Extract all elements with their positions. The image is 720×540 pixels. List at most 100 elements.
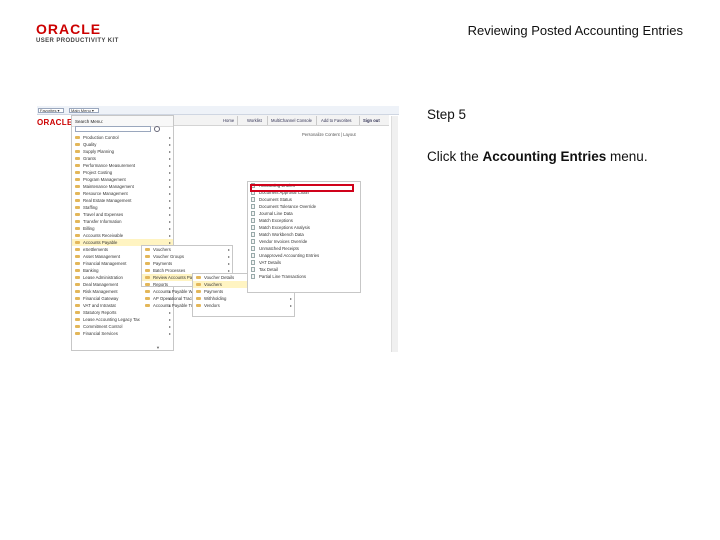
- menu-item[interactable]: Partial Line Transactions: [248, 273, 360, 280]
- menu-item[interactable]: Grants ▸: [72, 155, 173, 162]
- folder-icon: [75, 325, 80, 328]
- menu-item-label: Vendor Invoices Override: [259, 239, 308, 244]
- menu-item-label: Commitment Control: [83, 324, 123, 329]
- menu-item[interactable]: Statutory Reports ▸: [72, 309, 173, 316]
- menu-item[interactable]: Program Management ▸: [72, 176, 173, 183]
- menu-item[interactable]: Travel and Expenses ▸: [72, 211, 173, 218]
- menu-item[interactable]: Withholding ▸: [193, 295, 294, 302]
- menu-item[interactable]: Vendor Invoices Override: [248, 238, 360, 245]
- page-icon: [251, 246, 255, 251]
- personalize-link[interactable]: Personalize Content | Layout: [302, 132, 356, 137]
- menu-item[interactable]: Tax Detail: [248, 266, 360, 273]
- menu-item-label: Staffing: [83, 205, 98, 210]
- menu-item[interactable]: Billing ▸: [72, 225, 173, 232]
- menu-item-label: Vendors: [204, 303, 220, 308]
- folder-icon: [196, 283, 201, 286]
- menu-item[interactable]: Transfer Information ▸: [72, 218, 173, 225]
- app-top-bar: Favorites ▾ Main Menu ▾: [37, 106, 399, 115]
- folder-icon: [75, 318, 80, 321]
- scroll-down-icon[interactable]: ▼: [156, 345, 160, 350]
- folder-icon: [75, 185, 80, 188]
- menu-item-label: Vouchers: [204, 282, 222, 287]
- folder-icon: [145, 255, 150, 258]
- menu-item[interactable]: Project Costing ▸: [72, 169, 173, 176]
- folder-icon: [75, 262, 80, 265]
- menu-item-label: Payments: [204, 289, 224, 294]
- instruction-target: Accounting Entries: [482, 149, 607, 164]
- nav-multichannel[interactable]: MultiChannel Console: [271, 118, 312, 123]
- menu-item[interactable]: Vendors ▸: [193, 302, 294, 309]
- menu-item[interactable]: Maintenance Management ▸: [72, 183, 173, 190]
- main-menu[interactable]: Main Menu ▾: [69, 108, 99, 113]
- menu-item[interactable]: Vouchers ▸: [142, 246, 232, 253]
- menu-item[interactable]: Quality ▸: [72, 141, 173, 148]
- search-input[interactable]: [75, 126, 151, 132]
- folder-icon: [75, 150, 80, 153]
- folder-icon: [145, 283, 150, 286]
- menu-item[interactable]: Match Exceptions Analysis: [248, 224, 360, 231]
- nav-home[interactable]: Home: [223, 118, 234, 123]
- chevron-right-icon: ▸: [227, 247, 230, 252]
- nav-separator: [267, 116, 268, 125]
- menu-item[interactable]: Staffing ▸: [72, 204, 173, 211]
- nav-add-favorites[interactable]: Add to Favorites: [321, 118, 352, 123]
- menu-item[interactable]: VAT Details: [248, 259, 360, 266]
- chevron-right-icon: ▸: [168, 212, 171, 217]
- menu-item-label: Partial Line Transactions: [259, 274, 307, 279]
- menu-item[interactable]: Production Control ▸: [72, 134, 173, 141]
- application-screenshot: Favorites ▾ Main Menu ▾ ORACLE Home Work…: [37, 106, 399, 354]
- folder-icon: [75, 220, 80, 223]
- menu-item[interactable]: Commitment Control ▸: [72, 323, 173, 330]
- menu-item[interactable]: Unmatched Receipts: [248, 245, 360, 252]
- chevron-right-icon: ▸: [168, 331, 171, 336]
- app-nav-bar: Home Worklist MultiChannel Console Add t…: [171, 115, 389, 126]
- menu-item-label: Real Estate Management: [83, 198, 132, 203]
- page-icon: [251, 260, 255, 265]
- chevron-right-icon: ▸: [168, 149, 171, 154]
- menu-item[interactable]: Unapproved Accounting Entries: [248, 252, 360, 259]
- menu-item-label: eSettlements: [83, 247, 109, 252]
- menu-item[interactable]: Accounts Receivable ▸: [72, 232, 173, 239]
- menu-item[interactable]: Document Tolerance Override: [248, 203, 360, 210]
- chevron-right-icon: ▸: [168, 170, 171, 175]
- folder-icon: [75, 332, 80, 335]
- menu-item[interactable]: Performance Measurement ▸: [72, 162, 173, 169]
- chevron-right-icon: ▸: [227, 254, 230, 259]
- nav-sign-out[interactable]: Sign out: [363, 118, 380, 123]
- folder-icon: [75, 143, 80, 146]
- menu-item[interactable]: Match Workbench Data: [248, 231, 360, 238]
- menu-item[interactable]: Lease Accounting Legacy Tax ▸: [72, 316, 173, 323]
- favorites-menu[interactable]: Favorites ▾: [38, 108, 64, 113]
- folder-icon: [75, 227, 80, 230]
- menu-item[interactable]: Resource Management ▸: [72, 190, 173, 197]
- folder-icon: [75, 234, 80, 237]
- menu-item-label: Supply Planning: [83, 149, 115, 154]
- menu-item[interactable]: Supply Planning ▸: [72, 148, 173, 155]
- menu-item-label: Reports: [153, 282, 169, 287]
- folder-icon: [75, 213, 80, 216]
- page-scrollbar[interactable]: [391, 116, 398, 352]
- folder-icon: [75, 171, 80, 174]
- menu-item[interactable]: Real Estate Management ▸: [72, 197, 173, 204]
- folder-icon: [196, 290, 201, 293]
- menu-item-label: Accounts Receivable: [83, 233, 124, 238]
- search-go-icon[interactable]: [154, 126, 160, 132]
- chevron-right-icon: ▸: [168, 317, 171, 322]
- menu-item[interactable]: Document Status: [248, 196, 360, 203]
- menu-item[interactable]: Match Exceptions: [248, 217, 360, 224]
- menu-item-label: Match Exceptions Analysis: [259, 225, 310, 230]
- menu-item[interactable]: Voucher Groups ▸: [142, 253, 232, 260]
- folder-icon: [145, 297, 150, 300]
- logo-subtitle: USER PRODUCTIVITY KIT: [36, 38, 119, 44]
- menu-item-label: Withholding: [204, 296, 227, 301]
- nav-worklist[interactable]: Worklist: [247, 118, 262, 123]
- folder-icon: [75, 283, 80, 286]
- main-menu-panel: Search Menu: Production Control ▸ Quality ▸…: [71, 115, 174, 351]
- menu-item[interactable]: Financial Services ▸: [72, 330, 173, 337]
- menu-item-label: Voucher Groups: [153, 254, 185, 259]
- menu-item[interactable]: Journal Line Data: [248, 210, 360, 217]
- menu-item-label: Statutory Reports: [83, 310, 117, 315]
- menu-item[interactable]: Payments ▸: [142, 260, 232, 267]
- nav-separator: [359, 116, 360, 125]
- menu-item-label: VAT and Intrastat: [83, 303, 116, 308]
